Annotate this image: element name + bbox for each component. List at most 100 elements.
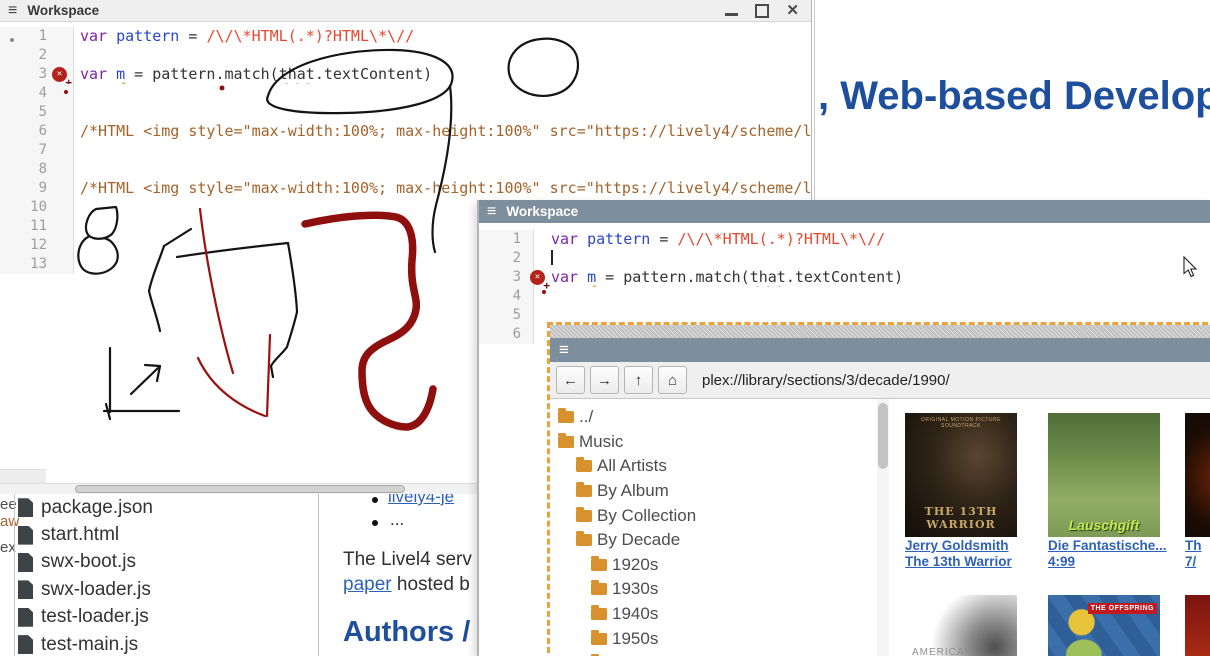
code-text[interactable] [74,84,811,103]
maximize-icon[interactable] [755,4,769,18]
authors-heading: Authors / [343,616,470,649]
folder-item[interactable]: All Artists [550,454,877,479]
folder-item[interactable]: 1960s [550,651,877,656]
code-text[interactable] [74,46,811,65]
up-button[interactable]: ↑ [624,366,653,394]
code-text[interactable]: /*HTML <img style="max-width:100%; max-h… [74,179,811,198]
file-name: test-loader.js [41,606,149,628]
album-cover[interactable]: THE OFFSPRING [1048,595,1160,656]
code-line[interactable]: 7 [0,141,811,160]
menu-icon[interactable]: ≡ [559,340,569,360]
album-title-link[interactable]: The 13th Warrior [905,554,1021,569]
file-item[interactable]: start.html [18,521,308,548]
mouse-cursor [1183,256,1199,278]
document-icon [18,635,33,654]
file-pane-border [318,493,319,656]
paragraph-line: The Livel4 serv [343,549,472,571]
album-title-link[interactable]: 4:99 [1048,554,1164,569]
code-text[interactable]: var pattern = /\/\*HTML(.*)?HTML\*\// [74,27,811,46]
line-number: 3✕+ [0,65,74,84]
bullet-more: ... [390,510,404,530]
window-titlebar[interactable]: ≡ Workspace [479,200,1210,223]
folder-item[interactable]: By Album [550,479,877,504]
album-artist-link[interactable]: Die Fantastische... [1048,538,1164,553]
file-item[interactable]: test-main.js [18,631,308,656]
paper-link[interactable]: paper [343,574,392,595]
code-line[interactable]: 3✕+var m = pattern.match(that.textConten… [0,65,811,84]
cover-caption: ORIGINAL MOTION PICTURE SOUNDTRACK [905,417,1017,429]
album-cover[interactable] [1185,595,1210,656]
file-item[interactable]: swx-loader.js [18,576,308,603]
code-line[interactable]: 2 [0,46,811,65]
code-line[interactable]: 4 [479,287,1210,306]
document-icon [18,580,33,599]
error-badge-icon[interactable]: ✕+ [52,67,67,82]
album-card [1185,595,1210,656]
folder-icon [591,559,607,571]
folder-item[interactable]: By Decade [550,528,877,553]
window-titlebar[interactable]: ≡ Workspace ✕ [0,0,811,22]
file-name: swx-boot.js [41,551,136,573]
code-line[interactable]: 4 [0,84,811,103]
folder-item[interactable]: 1930s [550,577,877,602]
album-cover[interactable] [1185,413,1210,537]
folder-item[interactable]: 1920s [550,553,877,578]
folder-item[interactable]: By Collection [550,503,877,528]
code-text[interactable]: var pattern = /\/\*HTML(.*)?HTML\*\// [534,230,1210,249]
album-cover[interactable]: ORIGINAL MOTION PICTURE SOUNDTRACKTHE 13… [905,413,1017,537]
code-text[interactable]: var m = pattern.match(that.textContent) [534,268,1210,287]
file-name: swx-loader.js [41,579,151,601]
scrollbar-thumb[interactable] [878,403,888,469]
code-line[interactable]: 1var pattern = /\/\*HTML(.*)?HTML\*\// [479,230,1210,249]
window-title: Workspace [27,3,99,18]
album-card: THE OFFSPRING [1048,595,1164,656]
url-field[interactable]: plex://library/sections/3/decade/1990/ [702,372,1208,389]
file-item[interactable]: package.json [18,494,308,521]
folder-item[interactable]: ../ [550,405,877,430]
file-browser-window: ≡ ←→↑⌂ plex://library/sections/3/decade/… [547,322,1210,656]
folder-item[interactable]: 1950s [550,626,877,651]
browser-titlebar[interactable]: ≡ [550,338,1210,362]
code-text[interactable] [74,160,811,179]
code-text[interactable] [534,249,1210,268]
file-item[interactable]: test-loader.js [18,604,308,631]
album-title-link[interactable]: 7/ [1185,554,1210,569]
folder-icon [558,411,574,423]
code-text[interactable] [534,287,1210,306]
line-number: 9 [0,179,74,198]
error-badge-icon[interactable]: ✕+ [530,270,545,285]
home-button[interactable]: ⌂ [658,366,687,394]
code-line[interactable]: 5 [0,103,811,122]
album-cover[interactable]: AMERICAN HISTORY X [905,595,1017,656]
album-artist-link[interactable]: Th [1185,538,1210,553]
close-icon[interactable]: ✕ [786,3,799,18]
gutter-dot [10,38,14,42]
album-cover[interactable]: Lauschgift [1048,413,1160,537]
line-number: 5 [479,306,534,325]
album-card: LauschgiftDie Fantastische...4:99 [1048,413,1164,569]
forward-button[interactable]: → [590,366,619,394]
album-artist-link[interactable]: Jerry Goldsmith [905,538,1021,553]
code-text[interactable] [74,141,811,160]
code-line[interactable]: 8 [0,160,811,179]
code-line[interactable]: 2 [479,249,1210,268]
folder-icon [591,608,607,620]
minimize-icon[interactable] [725,13,738,16]
folder-item[interactable]: 1940s [550,602,877,627]
code-text[interactable]: /*HTML <img style="max-width:100%; max-h… [74,122,811,141]
code-line[interactable]: 6/*HTML <img style="max-width:100%; max-… [0,122,811,141]
scrollbar-thumb[interactable] [75,485,405,493]
code-line[interactable]: 9/*HTML <img style="max-width:100%; max-… [0,179,811,198]
code-text[interactable] [74,103,811,122]
back-button[interactable]: ← [556,366,585,394]
document-icon [18,608,33,627]
vertical-scrollbar[interactable] [877,399,889,656]
file-name: package.json [41,497,153,519]
code-text[interactable]: var m = pattern.match(that.textContent) [74,65,811,84]
menu-icon[interactable]: ≡ [8,3,17,19]
menu-icon[interactable]: ≡ [487,204,496,220]
folder-item[interactable]: Music [550,430,877,455]
file-item[interactable]: swx-boot.js [18,549,308,576]
code-line[interactable]: 1var pattern = /\/\*HTML(.*)?HTML\*\// [0,27,811,46]
code-line[interactable]: 3✕+var m = pattern.match(that.textConten… [479,268,1210,287]
